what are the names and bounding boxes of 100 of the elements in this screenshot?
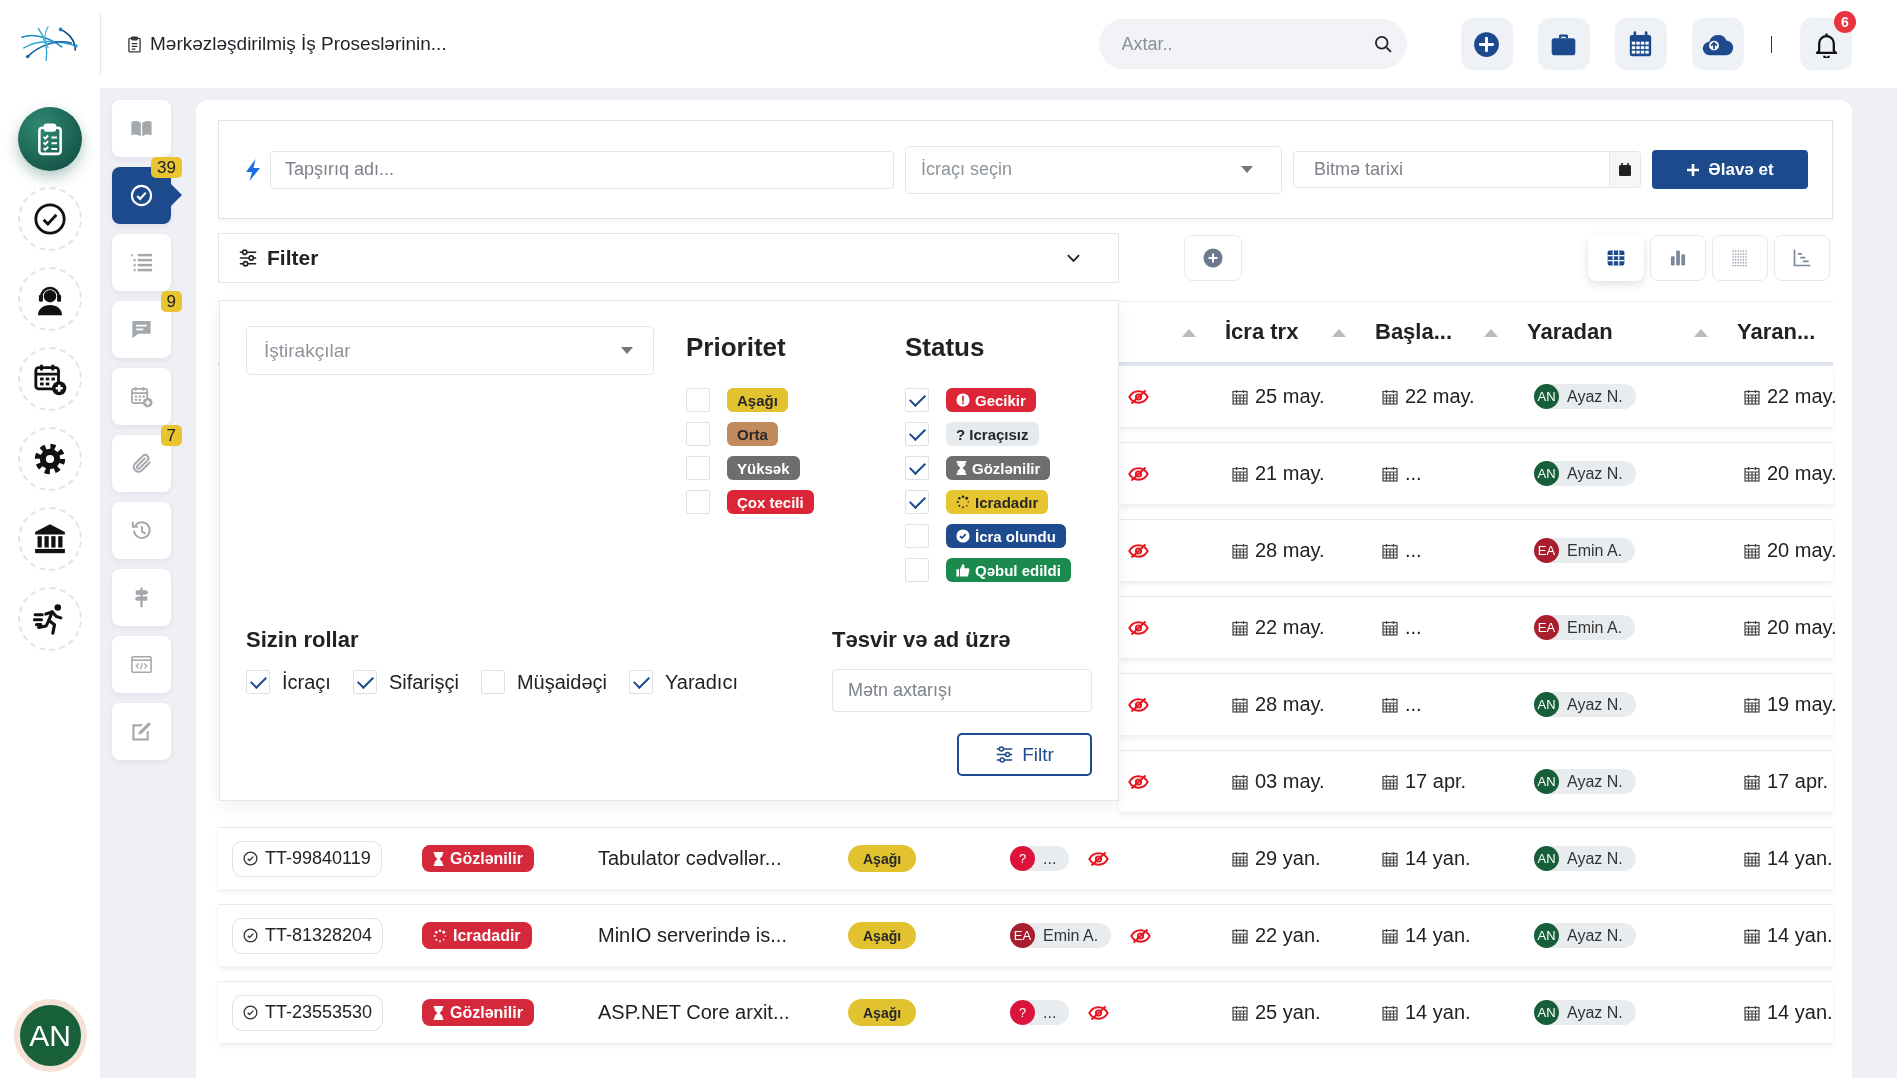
calendar-icon (1744, 1004, 1760, 1021)
checkbox[interactable] (686, 388, 710, 412)
nav-button[interactable] (18, 587, 82, 651)
cloud-button[interactable] (1691, 18, 1744, 70)
calendar-icon (1744, 465, 1760, 482)
checkbox[interactable] (628, 670, 653, 694)
priority-badge: Aşağı (848, 845, 917, 872)
checkbox[interactable] (686, 490, 710, 514)
avatar: AN (1534, 1000, 1559, 1025)
table-row[interactable]: 22 may. ... EA Emin A. 20 may. (1119, 596, 1833, 658)
nav-button[interactable] (18, 267, 82, 331)
checkbox-label[interactable]: Yaradıcı (664, 670, 738, 694)
nav-button[interactable] (18, 507, 82, 571)
checkbox[interactable] (686, 422, 710, 446)
checkbox[interactable] (905, 456, 929, 480)
user-avatar[interactable]: AN (13, 999, 87, 1072)
status-label: ? Icraçısız (956, 425, 1029, 443)
eye-slash-icon[interactable] (1128, 465, 1149, 482)
checkbox-label[interactable]: İcraçı (282, 670, 331, 694)
status-label: Gözlənilir (972, 459, 1041, 477)
task-name-field[interactable]: Tapşırıq adı... (270, 150, 894, 189)
table-row[interactable]: 03 may. 17 apr. AN Ayaz N. 17 apr. (1119, 750, 1833, 812)
checkbox-label[interactable]: Müşaidəçi (516, 670, 607, 694)
checkbox[interactable] (905, 490, 929, 514)
add-button[interactable] (1184, 235, 1242, 281)
notifications-button[interactable] (1800, 18, 1852, 70)
date-text: 14 yan. (1405, 847, 1471, 870)
date-text: 14 yan. (1767, 924, 1833, 947)
eye-slash-icon[interactable] (1088, 850, 1110, 867)
calendar-icon (1382, 619, 1398, 636)
checkbox[interactable] (352, 670, 377, 694)
eye-slash-icon[interactable] (1128, 773, 1149, 790)
briefcase-button[interactable] (1537, 18, 1590, 70)
task-id-link[interactable]: TT-81328204 (232, 917, 384, 954)
due-date-field[interactable]: Bitmə tarixi (1293, 151, 1609, 188)
calendar-icon (1382, 927, 1398, 944)
text-search-field[interactable]: Mətn axtarışı (832, 669, 1092, 712)
status-label: Qəbul edildi (975, 561, 1061, 579)
table-row[interactable]: TT-99840119 Gözlənilir Tabulator cədvəllər... Aşağı ? ... 29 yan. 14 yan. AN Ayaz N. 14 yan. (218, 827, 1833, 889)
search-field[interactable]: Axtar.. (1098, 19, 1407, 69)
checkbox[interactable] (686, 456, 710, 480)
calendar-icon (1232, 465, 1248, 482)
column-header[interactable]: İcra trx (1225, 319, 1299, 345)
checkbox[interactable] (480, 670, 505, 694)
nav-button[interactable] (18, 187, 82, 251)
date-picker-button[interactable] (1609, 151, 1641, 188)
checkbox[interactable] (246, 670, 270, 694)
add-button[interactable]: Əlavə et (1652, 150, 1808, 189)
eye-slash-icon[interactable] (1128, 542, 1149, 559)
task-title[interactable]: Tabulator cədvəllər... (598, 847, 782, 870)
table-row[interactable]: 28 may. ... EA Emin A. 20 may. (1119, 519, 1833, 581)
user-name: Emin A. (1567, 618, 1623, 637)
date-text: 14 yan. (1767, 1001, 1833, 1024)
date-text: ... (1405, 693, 1422, 716)
add-button[interactable] (1460, 18, 1513, 70)
table-row[interactable]: 21 may. ... AN Ayaz N. 20 may. (1119, 442, 1833, 504)
task-id-link[interactable]: TT-99840119 (232, 840, 382, 877)
calendar-icon (1382, 696, 1398, 713)
column-header[interactable]: Başla... (1375, 319, 1453, 345)
calendar-icon (1382, 773, 1398, 790)
apply-filter-button[interactable]: Filtr (957, 733, 1092, 776)
checkbox[interactable] (905, 388, 929, 412)
task-id-link[interactable]: TT-23553530 (232, 994, 384, 1031)
calendar-button[interactable] (1614, 18, 1667, 70)
eye-slash-icon[interactable] (1130, 927, 1152, 944)
user-name: Emin A. (1043, 926, 1099, 945)
user-name: Ayaz N. (1567, 772, 1623, 791)
chat-bubble-icon (130, 318, 153, 341)
checkbox-label[interactable]: Sifarişçi (388, 670, 459, 694)
eye-slash-icon[interactable] (1128, 619, 1149, 636)
checkbox[interactable] (905, 558, 929, 582)
checkbox[interactable] (905, 524, 929, 548)
calendar-plus-icon (130, 385, 153, 408)
calendar-icon (1382, 465, 1398, 482)
task-title[interactable]: ASP.NET Core arxit... (598, 1001, 790, 1024)
check-circle-icon (243, 1005, 258, 1020)
eye-slash-icon[interactable] (1128, 388, 1149, 405)
eye-slash-icon[interactable] (1128, 696, 1149, 713)
plus-circle-icon (1473, 30, 1500, 58)
task-title[interactable]: MinIO serverində is... (598, 924, 787, 947)
filter-toggle[interactable]: Filter (218, 233, 1119, 283)
date-text: 22 yan. (1255, 924, 1321, 947)
eye-slash-icon[interactable] (1088, 1004, 1110, 1021)
date-text: 25 yan. (1255, 1001, 1321, 1024)
table-row[interactable]: TT-23553530 Gözlənilir ASP.NET Core arxit... Aşağı ? ... 25 yan. 14 yan. AN Ayaz N. 14 yan. (218, 981, 1833, 1043)
nav-button[interactable] (18, 427, 82, 491)
user-name: Emin A. (1567, 541, 1623, 560)
table-row[interactable]: 28 may. ... AN Ayaz N. 19 may. (1119, 673, 1833, 735)
column-header[interactable]: Yaran... (1737, 319, 1816, 345)
search-icon[interactable] (1372, 34, 1393, 54)
check-circle-icon (130, 184, 153, 207)
nav-button[interactable] (18, 347, 82, 411)
column-header[interactable]: Yaradan (1527, 319, 1613, 345)
nav-button[interactable] (18, 107, 82, 171)
avatar: EA (1010, 923, 1035, 948)
status-label: Icradadır (975, 493, 1039, 511)
table-row[interactable]: TT-81328204 Icradadir MinIO serverində is... Aşağı EA Emin A. 22 yan. 14 yan. AN Ayaz N. 14 yan. (218, 904, 1833, 966)
avatar: EA (1534, 615, 1559, 640)
checkbox[interactable] (905, 422, 929, 446)
table-row[interactable]: 25 may. 22 may. AN Ayaz N. 22 may. (1119, 365, 1833, 427)
